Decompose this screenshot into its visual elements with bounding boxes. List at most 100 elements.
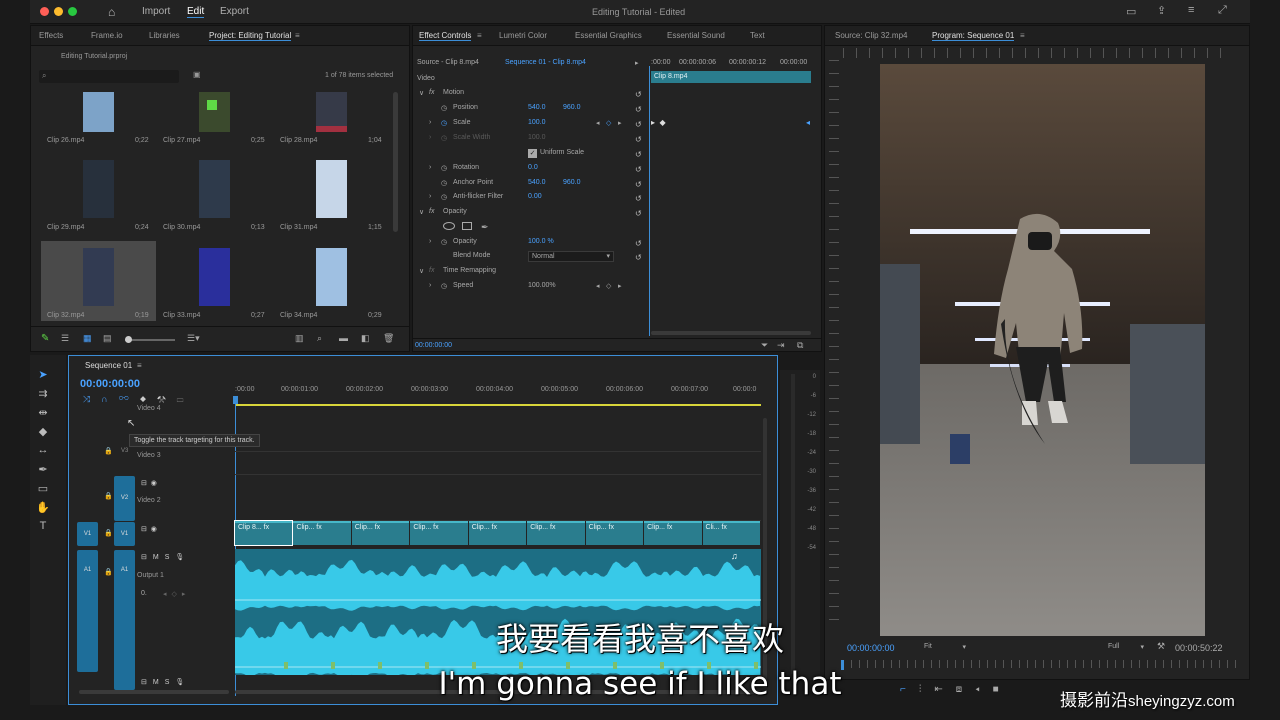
sequence-tab[interactable]: Sequence 01 xyxy=(85,361,132,370)
share-icon[interactable]: ⇪ xyxy=(1157,4,1166,17)
export-icon[interactable]: ⧉ xyxy=(797,340,803,351)
toggle-sync-icon[interactable]: ⊟ ◉ xyxy=(141,479,157,487)
clip-thumbnail[interactable] xyxy=(316,92,347,132)
next-keyframe-icon[interactable]: ▸ xyxy=(618,119,622,127)
lock-icon[interactable]: 🔒 xyxy=(104,492,113,500)
ec-zoom-scrollbar[interactable] xyxy=(651,331,811,335)
export-frame-icon[interactable]: ⇥ xyxy=(777,340,785,351)
lock-icon[interactable]: 🔒 xyxy=(104,568,113,576)
folder-icon[interactable]: ▬ xyxy=(339,333,348,343)
clip-thumbnail[interactable] xyxy=(199,92,230,132)
rectangle-tool-icon[interactable]: ▭ xyxy=(36,482,50,495)
speed-value[interactable]: 100.00% xyxy=(528,282,556,289)
uniform-scale-checkbox[interactable]: ✓ xyxy=(528,149,537,158)
project-search-input[interactable]: ⌕ xyxy=(39,70,179,83)
timeline-clip[interactable]: Clip 8... fx xyxy=(233,520,294,546)
new-bin-icon[interactable]: ▣ xyxy=(193,70,201,79)
clip-thumbnail[interactable] xyxy=(199,248,230,306)
position-y-value[interactable]: 960.0 xyxy=(563,104,581,111)
antiflicker-value[interactable]: 0.00 xyxy=(528,193,542,200)
stopwatch-icon[interactable]: ◷ xyxy=(441,193,447,201)
blend-mode-select[interactable]: Normal ▾ xyxy=(528,251,614,262)
prev-keyframe-icon[interactable]: ◂ xyxy=(596,282,600,290)
new-item-icon[interactable]: ◧ xyxy=(361,333,370,344)
reset-icon[interactable]: ↺ xyxy=(635,90,642,99)
stopwatch-icon[interactable]: ◷ xyxy=(441,179,447,187)
marker-icon[interactable]: ⬥ xyxy=(140,394,157,404)
zoom-slider-handle[interactable] xyxy=(125,336,132,343)
menu-export[interactable]: Export xyxy=(220,6,249,17)
reset-icon[interactable]: ↺ xyxy=(635,150,642,159)
reset-icon[interactable]: ↺ xyxy=(635,165,642,174)
stopwatch-icon[interactable]: ◷ xyxy=(441,104,447,112)
filter-icon[interactable]: ⏷ xyxy=(761,340,768,351)
reset-icon[interactable]: ↺ xyxy=(635,105,642,114)
opacity-section-row[interactable]: ∨ fx Opacity ↺ xyxy=(413,208,648,222)
stopwatch-icon[interactable]: ◷ xyxy=(441,164,447,172)
reset-icon[interactable]: ↺ xyxy=(635,120,642,129)
timeline-clip[interactable]: Clip... fx xyxy=(585,521,644,545)
panel-menu-icon[interactable]: ≡ xyxy=(1020,31,1025,40)
track-id-v2[interactable]: V2 xyxy=(114,476,135,521)
stopwatch-icon[interactable]: ◷ xyxy=(441,119,447,127)
panel-menu-icon[interactable]: ≡ xyxy=(295,31,300,40)
project-scrollbar[interactable] xyxy=(393,92,398,232)
tab-effect-controls[interactable]: Effect Controls xyxy=(419,31,472,41)
tab-libraries[interactable]: Libraries xyxy=(149,31,180,40)
tab-source-monitor[interactable]: Source: Clip 32.mp4 xyxy=(835,31,907,40)
clip-thumbnail[interactable] xyxy=(83,160,114,218)
reset-icon[interactable]: ↺ xyxy=(635,135,642,144)
menu-edit[interactable]: Edit xyxy=(187,6,205,18)
pen-tool-icon[interactable]: ✒ xyxy=(36,463,50,476)
clip-thumbnail[interactable] xyxy=(199,160,230,218)
ec-playhead[interactable] xyxy=(649,66,650,336)
keyframe-nav[interactable]: ◂◇▸ xyxy=(163,590,190,598)
audio-level-value[interactable]: 0. xyxy=(141,590,147,597)
workspace-icon[interactable]: ▭ xyxy=(1126,5,1136,18)
stopwatch-icon[interactable]: ◷ xyxy=(441,238,447,246)
audio-track-controls[interactable]: ⊟MS🎙 xyxy=(141,553,190,561)
type-tool-icon[interactable]: T xyxy=(36,520,50,532)
fullscreen-icon[interactable]: ⤢ xyxy=(1218,4,1227,17)
timeline-clip[interactable]: Clip... fx xyxy=(410,521,468,545)
zoom-slider[interactable] xyxy=(125,336,175,343)
nest-icon[interactable]: ⤨ xyxy=(83,394,101,404)
keyframe-diamond[interactable]: ▸ ◆ xyxy=(651,118,666,127)
captions-icon[interactable]: ▭ xyxy=(177,394,195,404)
timeline-clip[interactable]: Cli... fx xyxy=(702,521,760,545)
tab-program-monitor[interactable]: Program: Sequence 01 xyxy=(932,31,1015,41)
reset-icon[interactable]: ↺ xyxy=(635,253,642,262)
prev-keyframe-icon[interactable]: ◂ xyxy=(596,119,600,127)
minimize-window-button[interactable] xyxy=(54,7,63,16)
source-patch-v1[interactable]: V1 xyxy=(77,522,98,546)
reset-icon[interactable]: ↺ xyxy=(635,209,642,218)
selection-tool-icon[interactable]: ➤ xyxy=(36,368,50,381)
freeform-view-icon[interactable]: ▤ xyxy=(103,333,112,344)
snap-icon[interactable]: ∩ xyxy=(101,394,118,404)
wrench-icon[interactable]: ⚒ xyxy=(157,394,177,404)
anchor-y-value[interactable]: 960.0 xyxy=(563,179,581,186)
pencil-icon[interactable]: ✎ xyxy=(41,333,49,344)
stopwatch-icon[interactable]: ◷ xyxy=(441,282,447,290)
keyframe-end-marker[interactable]: ◂ xyxy=(806,118,810,127)
rectangle-mask-icon[interactable] xyxy=(462,222,472,230)
clip-thumbnail[interactable] xyxy=(83,92,114,132)
source-clip-label[interactable]: Source - Clip 8.mp4 xyxy=(417,59,479,66)
timeline-clip[interactable]: Clip... fx xyxy=(527,521,585,545)
clip-thumbnail[interactable] xyxy=(316,248,347,306)
next-keyframe-icon[interactable]: ▸ xyxy=(618,282,622,290)
panel-menu-icon[interactable]: ≡ xyxy=(477,31,482,40)
timeline-ruler[interactable]: :00:00 00:00:01:00 00:00:02:00 00:00:03:… xyxy=(235,386,765,400)
timeline-clip[interactable]: Clip... fx xyxy=(293,521,351,545)
timeline-clip[interactable]: Clip... fx xyxy=(351,521,410,545)
ripple-edit-tool-icon[interactable]: ⇹ xyxy=(36,406,50,419)
reset-icon[interactable]: ↺ xyxy=(635,239,642,248)
timeline-clip[interactable]: Clip... fx xyxy=(644,521,702,545)
zoom-window-button[interactable] xyxy=(68,7,77,16)
timeline-clip[interactable]: Clip... fx xyxy=(468,521,527,545)
play-only-icon[interactable]: ▸ xyxy=(635,59,639,67)
razor-tool-icon[interactable]: ◆ xyxy=(36,425,50,438)
reset-icon[interactable]: ↺ xyxy=(635,180,642,189)
clip-thumbnail[interactable] xyxy=(316,160,347,218)
rotation-value[interactable]: 0.0 xyxy=(528,164,538,171)
